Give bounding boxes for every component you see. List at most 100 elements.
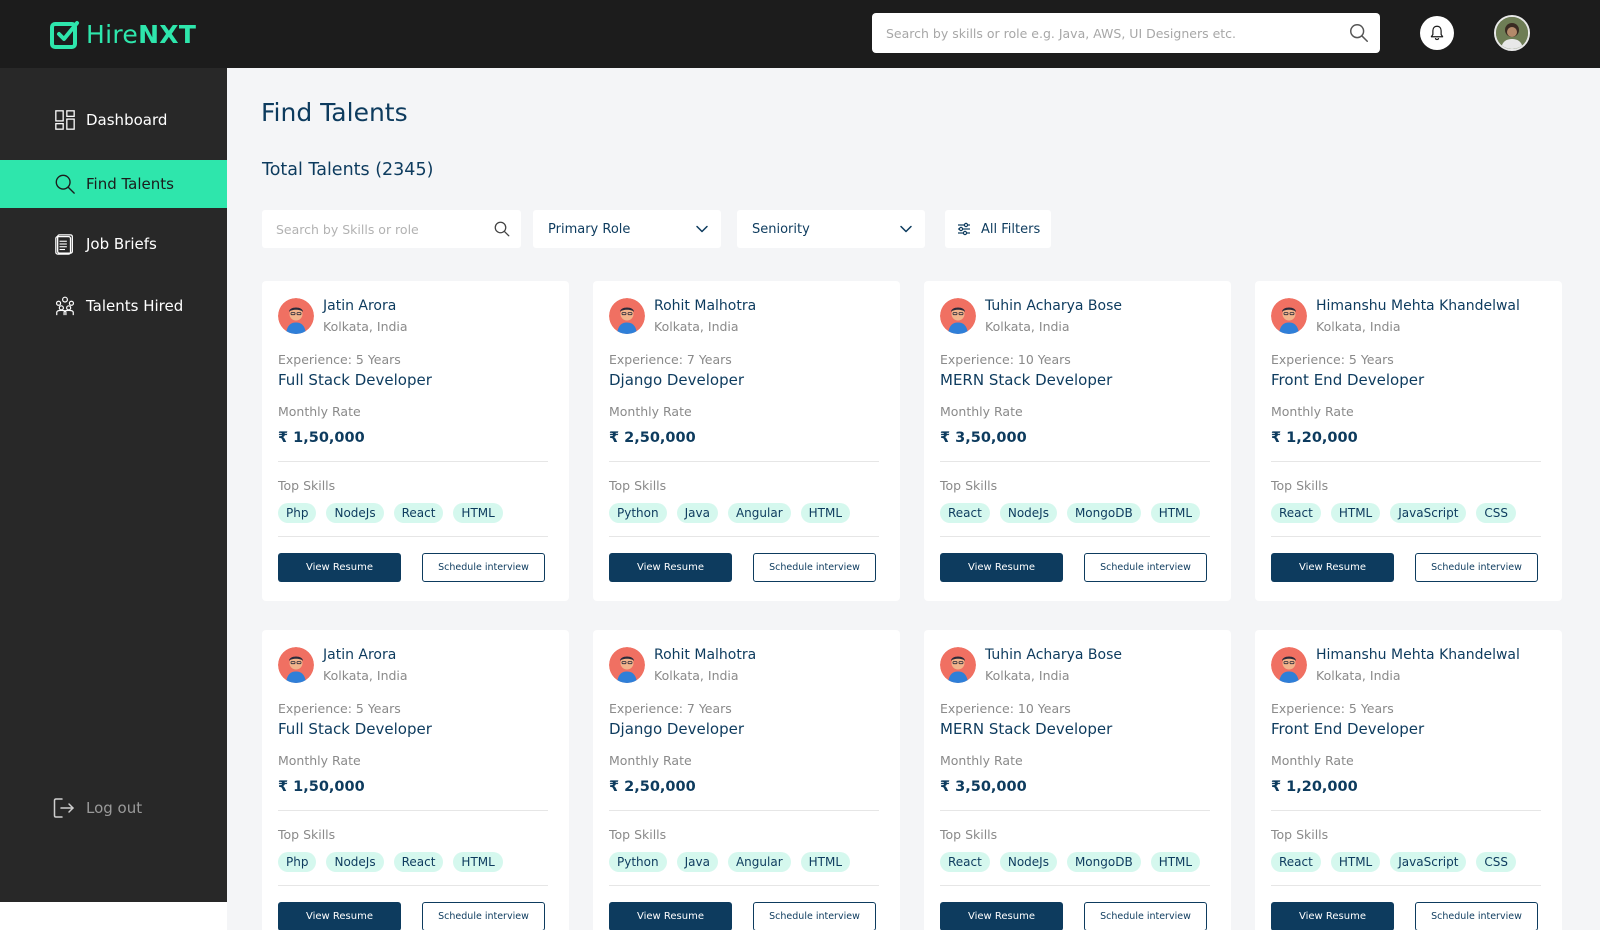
skill-chip: Python: [609, 503, 667, 523]
talent-avatar: [1271, 298, 1307, 334]
logout-button[interactable]: Log out: [0, 788, 227, 828]
schedule-interview-button[interactable]: Schedule interview: [1084, 902, 1207, 930]
monthly-rate-value: ₹ 2,50,000: [609, 779, 696, 795]
skill-chip: NodeJs: [999, 503, 1057, 523]
talent-card[interactable]: Himanshu Mehta Khandelwal Kolkata, India E…: [1255, 281, 1562, 601]
talent-name[interactable]: Rohit Malhotra: [654, 647, 756, 663]
skill-chip: Angular: [727, 852, 791, 872]
top-bar: HireNXT: [0, 0, 1600, 68]
talent-name[interactable]: Rohit Malhotra: [654, 298, 756, 314]
talent-name[interactable]: Jatin Arora: [323, 298, 396, 314]
top-skills-label: Top Skills: [278, 827, 336, 842]
seniority-select[interactable]: Seniority: [737, 210, 925, 248]
talent-card[interactable]: Rohit Malhotra Kolkata, India Experience: …: [593, 281, 900, 601]
skill-chip: HTML: [453, 503, 503, 523]
monthly-rate-label: Monthly Rate: [1271, 753, 1354, 768]
talent-role: Full Stack Developer: [278, 371, 432, 389]
talent-experience: Experience: 7 Years: [609, 352, 732, 367]
skill-chip: Java: [676, 852, 718, 872]
page-title: Find Talents: [261, 98, 408, 127]
sidebar-item-label: Find Talents: [86, 175, 174, 193]
view-resume-button[interactable]: View Resume: [278, 902, 401, 930]
talent-card[interactable]: Jatin Arora Kolkata, India Experience: 5 Y…: [262, 630, 569, 930]
skill-list: Php NodeJs React HTML: [278, 852, 503, 872]
team-icon: [55, 296, 75, 316]
talent-experience: Experience: 5 Years: [278, 352, 401, 367]
dashboard-icon: [55, 110, 75, 130]
talent-card[interactable]: Rohit Malhotra Kolkata, India Experience: …: [593, 630, 900, 930]
logout-icon: [53, 798, 74, 818]
talent-avatar: [278, 647, 314, 683]
user-avatar-image: [1496, 17, 1528, 49]
primary-role-select[interactable]: Primary Role: [533, 210, 721, 248]
skill-chip: Php: [278, 503, 317, 523]
view-resume-button[interactable]: View Resume: [609, 553, 732, 582]
total-talents-count: Total Talents (2345): [262, 160, 434, 180]
talent-name[interactable]: Himanshu Mehta Khandelwal: [1316, 298, 1520, 314]
document-icon: [55, 234, 73, 255]
monthly-rate-value: ₹ 1,50,000: [278, 430, 365, 446]
logo-text-nxt: NXT: [138, 19, 197, 49]
all-filters-label: All Filters: [981, 221, 1041, 237]
search-icon[interactable]: [493, 220, 511, 238]
header-search-input[interactable]: [872, 13, 1380, 53]
talent-name[interactable]: Himanshu Mehta Khandelwal: [1316, 647, 1520, 663]
talent-card[interactable]: Tuhin Acharya Bose Kolkata, India Experien…: [924, 281, 1231, 601]
filter-search-input[interactable]: [262, 210, 521, 248]
divider: [940, 536, 1210, 537]
schedule-interview-button[interactable]: Schedule interview: [422, 553, 545, 582]
view-resume-button[interactable]: View Resume: [940, 553, 1063, 582]
search-icon: [55, 174, 75, 194]
view-resume-button[interactable]: View Resume: [1271, 902, 1394, 930]
skill-chip: HTML: [1150, 852, 1201, 872]
skill-chip: CSS: [1476, 503, 1517, 523]
talent-location: Kolkata, India: [323, 668, 408, 683]
schedule-interview-button[interactable]: Schedule interview: [753, 553, 876, 582]
skill-chip: CSS: [1476, 852, 1517, 872]
all-filters-button[interactable]: All Filters: [945, 210, 1051, 248]
logout-label: Log out: [86, 799, 143, 817]
talent-location: Kolkata, India: [1316, 668, 1401, 683]
schedule-interview-button[interactable]: Schedule interview: [1084, 553, 1207, 582]
view-resume-button[interactable]: View Resume: [609, 902, 732, 930]
talent-name[interactable]: Tuhin Acharya Bose: [985, 647, 1122, 663]
sidebar-item-label: Talents Hired: [86, 297, 184, 315]
skill-chip: React: [940, 852, 990, 872]
user-avatar[interactable]: [1494, 15, 1530, 51]
talent-card[interactable]: Tuhin Acharya Bose Kolkata, India Experien…: [924, 630, 1231, 930]
divider: [940, 461, 1210, 462]
sidebar-item-find-talents[interactable]: Find Talents: [0, 160, 227, 208]
divider: [1271, 885, 1541, 886]
sidebar-item-talents-hired[interactable]: Talents Hired: [0, 282, 227, 330]
talent-avatar: [940, 298, 976, 334]
monthly-rate-label: Monthly Rate: [940, 753, 1023, 768]
skill-chip: React: [940, 503, 990, 523]
top-skills-label: Top Skills: [940, 827, 998, 842]
notifications-button[interactable]: [1420, 16, 1454, 50]
skill-chip: NodeJs: [326, 503, 384, 523]
view-resume-button[interactable]: View Resume: [1271, 553, 1394, 582]
logo[interactable]: HireNXT: [50, 17, 196, 51]
talent-name[interactable]: Tuhin Acharya Bose: [985, 298, 1122, 314]
monthly-rate-label: Monthly Rate: [609, 753, 692, 768]
skill-list: Php NodeJs React HTML: [278, 503, 503, 523]
skill-chip: HTML: [1150, 503, 1201, 523]
schedule-interview-button[interactable]: Schedule interview: [753, 902, 876, 930]
search-icon[interactable]: [1348, 22, 1370, 44]
skill-list: React HTML JavaScript CSS: [1271, 503, 1517, 523]
talent-card[interactable]: Himanshu Mehta Khandelwal Kolkata, India E…: [1255, 630, 1562, 930]
talent-name[interactable]: Jatin Arora: [323, 647, 396, 663]
monthly-rate-label: Monthly Rate: [940, 404, 1023, 419]
schedule-interview-button[interactable]: Schedule interview: [1415, 902, 1538, 930]
divider: [609, 885, 879, 886]
divider: [609, 536, 879, 537]
schedule-interview-button[interactable]: Schedule interview: [1415, 553, 1538, 582]
view-resume-button[interactable]: View Resume: [940, 902, 1063, 930]
view-resume-button[interactable]: View Resume: [278, 553, 401, 582]
monthly-rate-value: ₹ 1,20,000: [1271, 779, 1358, 795]
talent-experience: Experience: 5 Years: [278, 701, 401, 716]
sidebar-item-job-briefs[interactable]: Job Briefs: [0, 220, 227, 268]
talent-card[interactable]: Jatin Arora Kolkata, India Experience: 5 Y…: [262, 281, 569, 601]
sidebar-item-dashboard[interactable]: Dashboard: [0, 96, 227, 144]
schedule-interview-button[interactable]: Schedule interview: [422, 902, 545, 930]
